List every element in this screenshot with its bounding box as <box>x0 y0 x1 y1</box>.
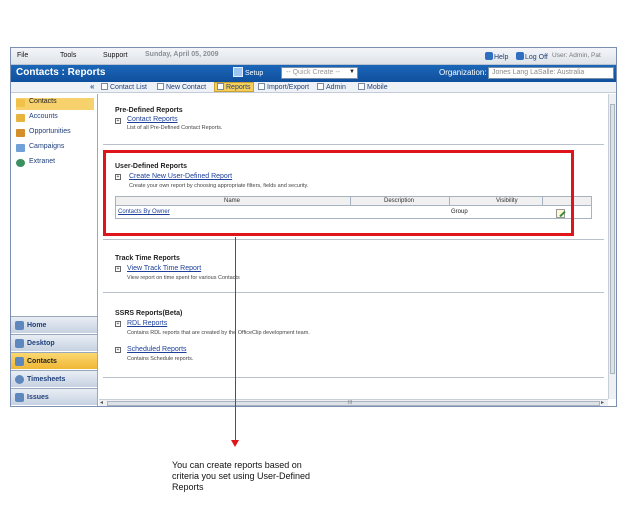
reports-icon <box>217 83 224 90</box>
tracktime-desc: View report on time spent for various Co… <box>127 275 240 281</box>
divider <box>103 144 604 145</box>
nav-home[interactable]: Home <box>11 316 97 333</box>
rdl-reports-link[interactable]: RDL Reports <box>127 320 167 327</box>
tab-import-export[interactable]: Import/Export <box>258 83 309 91</box>
scroll-grip: III <box>348 400 353 406</box>
current-date: Sunday, April 05, 2009 <box>145 51 219 58</box>
accounts-icon <box>16 114 25 122</box>
nav-desktop[interactable]: Desktop <box>11 334 97 351</box>
organization-label: Organization: <box>439 68 487 77</box>
collapse-sidebar-icon[interactable]: « <box>90 82 94 91</box>
expand-icon[interactable]: + <box>115 266 121 272</box>
menu-support[interactable]: Support <box>103 52 128 59</box>
arrow-down-icon <box>231 440 239 447</box>
nav-issues[interactable]: Issues <box>11 388 97 405</box>
campaigns-icon <box>16 144 25 152</box>
tab-mobile[interactable]: Mobile <box>358 83 388 91</box>
vertical-scrollbar[interactable] <box>608 94 616 399</box>
sidebar-item-campaigns[interactable]: Campaigns <box>16 143 94 155</box>
issues-icon <box>15 393 24 402</box>
title-bar: Contacts : Reports Setup -- Quick Create… <box>11 65 616 82</box>
predefined-title: Pre-Defined Reports <box>115 107 183 114</box>
globe-icon <box>16 159 25 167</box>
scroll-thumb[interactable]: III <box>107 400 600 406</box>
divider <box>103 239 604 240</box>
import-export-icon <box>258 83 265 90</box>
divider <box>103 377 604 378</box>
sidebar-item-accounts[interactable]: Accounts <box>16 113 94 125</box>
highlight-box <box>103 150 574 236</box>
home-icon <box>15 321 24 330</box>
expand-icon[interactable]: + <box>115 321 121 327</box>
scroll-thumb[interactable] <box>610 104 615 374</box>
help-link[interactable]: Help <box>485 52 508 61</box>
sidebar-item-opportunities[interactable]: Opportunities <box>16 128 94 140</box>
sidebar: Contacts Accounts Opportunities Campaign… <box>11 94 98 406</box>
quick-create-select[interactable]: -- Quick Create -- ▼ <box>281 67 358 79</box>
new-document-icon <box>157 83 164 90</box>
callout-arrow-line <box>235 237 236 442</box>
expand-icon[interactable]: + <box>115 118 121 124</box>
sidebar-item-contacts[interactable]: Contacts <box>16 98 94 110</box>
ssrs-title: SSRS Reports(Beta) <box>115 310 183 317</box>
expand-icon[interactable]: + <box>115 347 121 353</box>
scheduled-desc: Contains Schedule reports. <box>127 356 194 362</box>
setup-icon <box>233 67 243 77</box>
tracktime-title: Track Time Reports <box>115 255 180 262</box>
mobile-icon <box>358 83 365 90</box>
predefined-desc: List of all Pre-Defined Contact Reports. <box>127 125 223 131</box>
rdl-desc: Contains RDL reports that are created by… <box>127 330 310 336</box>
tab-contact-list[interactable]: Contact List <box>101 83 147 91</box>
clock-icon <box>15 375 24 384</box>
view-track-time-report-link[interactable]: View Track Time Report <box>127 265 201 272</box>
logoff-link[interactable]: Log Off <box>516 52 548 61</box>
admin-icon <box>317 83 324 90</box>
help-icon <box>485 52 493 60</box>
opportunities-icon <box>16 129 25 137</box>
tab-admin[interactable]: Admin <box>317 83 346 91</box>
nav-contacts[interactable]: Contacts <box>11 352 97 369</box>
horizontal-scrollbar[interactable]: ◂ III ▸ <box>99 399 608 406</box>
setup-button[interactable]: Setup <box>233 67 263 79</box>
nav-timesheets[interactable]: Timesheets <box>11 370 97 387</box>
menu-file[interactable]: File <box>17 52 28 59</box>
tab-reports[interactable]: Reports <box>214 82 254 92</box>
page-title: Contacts : Reports <box>16 67 106 78</box>
chevron-down-icon: ▼ <box>349 69 355 75</box>
scheduled-reports-link[interactable]: Scheduled Reports <box>127 346 187 353</box>
scroll-right-icon[interactable]: ▸ <box>601 399 604 406</box>
user-info: User: Admin, Pat <box>552 52 601 59</box>
list-icon <box>101 83 108 90</box>
contacts-icon <box>15 357 24 366</box>
tab-new-contact[interactable]: New Contact <box>157 83 206 91</box>
desktop-icon <box>15 339 24 348</box>
menu-tools[interactable]: Tools <box>60 52 76 59</box>
contacts-icon <box>16 99 25 107</box>
scroll-left-icon[interactable]: ◂ <box>100 399 103 406</box>
sidebar-item-extranet[interactable]: Extranet <box>16 158 94 170</box>
reports-content: Pre-Defined Reports + Contact Reports Li… <box>99 94 608 399</box>
menu-bar: File Tools Support Sunday, April 05, 200… <box>11 48 616 65</box>
callout-text: You can create reports based on criteria… <box>172 460 311 492</box>
logoff-icon <box>516 52 524 60</box>
contact-reports-link[interactable]: Contact Reports <box>127 116 178 123</box>
divider <box>103 292 604 293</box>
organization-select[interactable]: Jones Lang LaSalle: Australia <box>488 67 614 79</box>
toolbar: « Contact List New Contact Reports Impor… <box>11 82 616 93</box>
